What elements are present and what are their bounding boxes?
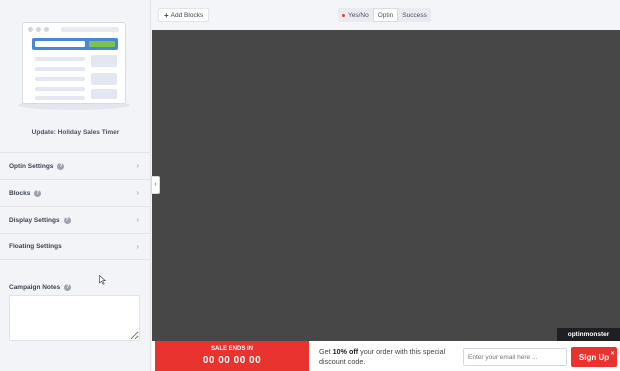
tab-yes-no[interactable]: Yes/No [338,8,373,22]
blocks-item[interactable]: Blocks ? › [0,179,151,206]
thumbnail-box [91,89,117,99]
settings-list: Optin Settings ? › Blocks ? › Display Se… [0,152,151,260]
help-icon[interactable]: ? [63,216,71,224]
mouse-cursor-icon [99,275,107,285]
close-icon[interactable]: ✕ [610,350,615,357]
thumbnail-box [91,55,117,67]
thumbnail-line [35,77,85,81]
thumbnail-line [35,67,85,71]
tab-label: Success [402,11,427,19]
thumbnail-line [35,96,85,100]
tab-label: Optin [377,11,394,19]
collapse-sidebar-button[interactable]: ‹ [151,176,160,194]
thumbnail-line [35,87,85,91]
thumbnail-box [91,73,117,85]
campaign-notes-label: Campaign Notes ? [9,284,72,291]
campaign-notes-input[interactable] [9,295,140,341]
thumbnail-optin-bar [32,38,118,50]
status-dot-icon [342,13,345,17]
notes-label-text: Campaign Notes [9,284,61,291]
email-input[interactable] [463,348,567,366]
tab-success[interactable]: Success [398,8,431,22]
help-icon[interactable]: ? [34,189,42,197]
tab-label: Yes/No [348,11,369,19]
view-tabs: Yes/No Optin Success [338,8,431,22]
chevron-right-icon: › [136,161,139,170]
display-settings-item[interactable]: Display Settings ? › [0,206,151,233]
add-blocks-label: Add Blocks [170,11,204,19]
chevron-right-icon: › [136,215,139,224]
offer-prefix: Get [319,347,333,356]
chevron-right-icon: › [136,242,139,251]
plus-icon: + [164,10,169,20]
add-blocks-button[interactable]: + Add Blocks [158,8,210,22]
help-icon[interactable]: ? [57,162,65,170]
thumbnail-address [61,27,119,32]
thumbnail-line [35,57,85,61]
preview-canvas [152,30,620,341]
chevron-right-icon: › [136,188,139,197]
builder-toolbar: + Add Blocks Yes/No Optin Success [152,0,620,30]
optin-settings-item[interactable]: Optin Settings ? › [0,152,151,179]
floating-settings-item[interactable]: Floating Settings › [0,233,151,260]
setting-label: Display Settings [9,216,60,224]
sale-ends-label: SALE ENDS IN [210,346,253,352]
thumbnail-dots [28,27,49,32]
countdown-block: SALE ENDS IN 00 00 00 00 [155,341,309,371]
countdown-timer: 00 00 00 00 [202,355,262,366]
help-icon[interactable]: ? [64,284,72,291]
floating-bar-campaign: SALE ENDS IN 00 00 00 00 Get 10% off you… [152,341,620,371]
setting-label: Blocks [9,189,31,197]
sidebar: Update: Holiday Sales Timer Optin Settin… [0,0,151,371]
tab-optin[interactable]: Optin [372,8,399,22]
setting-label: Optin Settings [9,162,54,170]
optinmonster-badge: optinmonster [557,328,620,341]
offer-highlight: 10% off [332,347,359,356]
offer-text: Get 10% off your order with this special… [319,347,459,367]
campaign-title: Update: Holiday Sales Timer [31,129,120,136]
thumbnail-frame [22,22,126,104]
setting-label: Floating Settings [9,243,62,250]
campaign-thumbnail [18,18,130,110]
